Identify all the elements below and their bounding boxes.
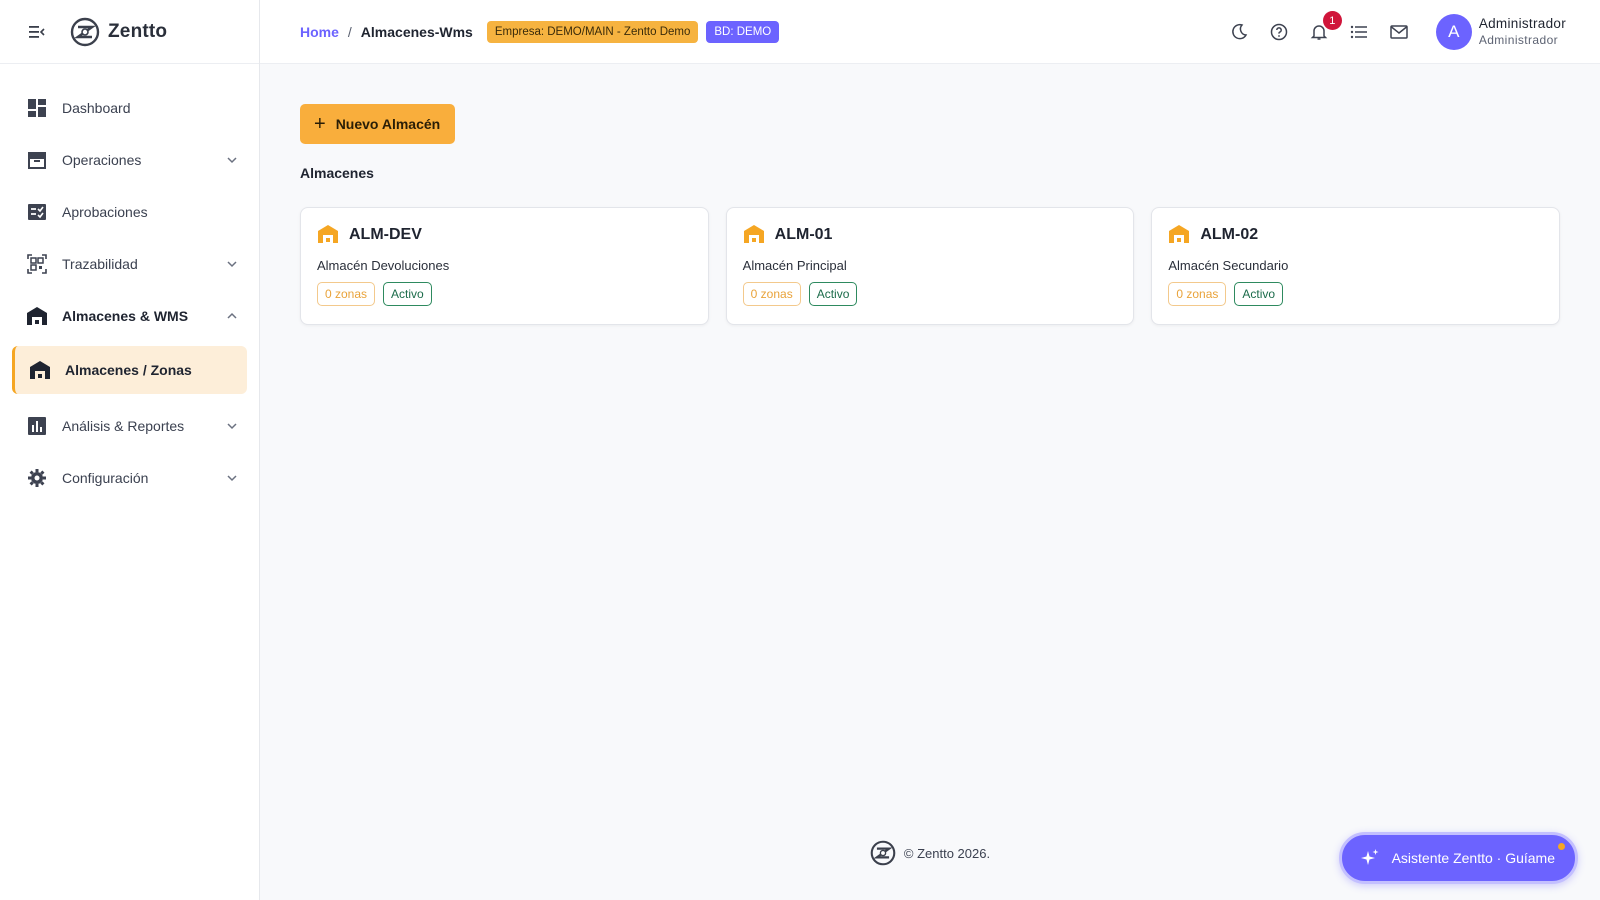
sidebar-item-label: Almacenes / Zonas <box>65 362 192 378</box>
sidebar-item-label: Aprobaciones <box>62 204 148 220</box>
sidebar-item-label: Almacenes & WMS <box>62 308 189 324</box>
user-name: Administrador <box>1478 16 1566 31</box>
warehouse-icon <box>1168 224 1190 246</box>
sidebar: Zentto Dashboard Operaciones Aprobacione… <box>0 0 260 900</box>
status-badge: Activo <box>383 282 432 306</box>
warehouse-icon <box>317 224 339 246</box>
breadcrumb-current: Almacenes-Wms <box>360 23 473 40</box>
empresa-chip[interactable]: Empresa: DEMO/MAIN - Zentto Demo <box>486 20 699 43</box>
warehouse-card[interactable]: ALM-01 Almacén Principal 0 zonas Activo <box>725 207 1135 325</box>
zentto-logo-icon <box>70 17 100 47</box>
help-icon[interactable] <box>1268 21 1290 43</box>
card-tags: 0 zonas Activo <box>1168 282 1543 306</box>
zones-count-tag: 0 zonas <box>742 282 801 306</box>
warehouse-cards: ALM-DEV Almacén Devoluciones 0 zonas Act… <box>300 207 1561 325</box>
status-badge: Activo <box>1234 282 1284 306</box>
bar-chart-icon <box>26 415 48 437</box>
dashboard-icon <box>26 97 48 119</box>
sidebar-item-configuracion[interactable]: Configuración <box>0 452 259 504</box>
footer-copyright: © Zentto 2026. <box>903 845 991 861</box>
warehouse-icon <box>29 359 51 381</box>
sidebar-item-label: Configuración <box>62 470 149 486</box>
assistant-label: Asistente Zentto · Guíame <box>1391 850 1555 866</box>
header-actions: 1 A Administrador Administrador <box>1210 0 1600 64</box>
section-title: Almacenes <box>300 165 374 181</box>
sidebar-nav: Dashboard Operaciones Aprobaciones Traza… <box>0 64 259 504</box>
dark-mode-moon-icon[interactable] <box>1228 21 1250 43</box>
chevron-down-icon <box>225 153 239 167</box>
sparkles-icon <box>1360 848 1380 868</box>
warehouse-icon <box>743 224 765 246</box>
plus-icon: + <box>314 113 326 135</box>
user-role: Administrador <box>1478 33 1559 47</box>
assistant-indicator-dot <box>1558 843 1565 850</box>
warehouse-name: Almacén Principal <box>742 258 847 273</box>
warehouse-code: ALM-DEV <box>349 226 422 243</box>
notifications-bell-icon[interactable]: 1 <box>1308 11 1342 43</box>
sidebar-item-almacenes-wms[interactable]: Almacenes & WMS <box>0 290 259 342</box>
warehouse-name: Almacén Devoluciones <box>317 258 450 273</box>
menu-collapse-icon[interactable] <box>28 23 46 41</box>
card-header: ALM-DEV <box>317 224 692 246</box>
zentto-logo-icon <box>870 840 896 866</box>
sidebar-item-analisis-reportes[interactable]: Análisis & Reportes <box>0 400 259 452</box>
database-chip[interactable]: BD: DEMO <box>706 20 780 43</box>
new-warehouse-label: Nuevo Almacén <box>335 116 441 132</box>
sidebar-item-trazabilidad[interactable]: Trazabilidad <box>0 238 259 290</box>
breadcrumb-separator: / <box>347 23 352 40</box>
sidebar-item-operaciones[interactable]: Operaciones <box>0 134 259 186</box>
card-tags: 0 zonas Activo <box>317 282 692 306</box>
list-icon[interactable] <box>1348 21 1370 43</box>
sidebar-item-almacenes-zonas[interactable]: Almacenes / Zonas <box>12 346 247 394</box>
sidebar-item-dashboard[interactable]: Dashboard <box>0 82 259 134</box>
checklist-icon <box>26 201 48 223</box>
chevron-down-icon <box>225 471 239 485</box>
sidebar-item-aprobaciones[interactable]: Aprobaciones <box>0 186 259 238</box>
gear-icon <box>26 467 48 489</box>
mail-icon[interactable] <box>1388 21 1410 43</box>
user-info[interactable]: Administrador Administrador <box>1479 15 1566 49</box>
new-warehouse-button[interactable]: + Nuevo Almacén <box>300 104 456 144</box>
archive-icon <box>26 149 48 171</box>
qr-scan-icon <box>26 253 48 275</box>
brand-bar: Zentto <box>0 0 259 64</box>
sidebar-item-label: Operaciones <box>62 152 142 168</box>
chevron-up-icon <box>225 309 239 323</box>
main-content: + Nuevo Almacén Almacenes ALM-DEV Almacé… <box>260 64 1600 900</box>
warehouse-icon <box>26 305 48 327</box>
warehouse-code: ALM-01 <box>774 226 833 243</box>
notifications-count-badge: 1 <box>1322 11 1342 30</box>
user-avatar[interactable]: A <box>1435 14 1472 50</box>
sidebar-item-label: Análisis & Reportes <box>62 418 185 434</box>
chevron-down-icon <box>225 419 239 433</box>
zones-count-tag: 0 zonas <box>317 282 376 306</box>
chevron-down-icon <box>225 257 239 271</box>
breadcrumb-home-link[interactable]: Home <box>300 24 339 40</box>
warehouse-code: ALM-02 <box>1200 226 1259 243</box>
card-header: ALM-02 <box>1168 224 1543 246</box>
warehouse-card[interactable]: ALM-02 Almacén Secundario 0 zonas Activo <box>1151 207 1561 325</box>
card-header: ALM-01 <box>743 224 1118 246</box>
warehouse-name: Almacén Secundario <box>1168 258 1289 273</box>
assistant-guide-button[interactable]: Asistente Zentto · Guíame <box>1338 832 1578 884</box>
sidebar-item-label: Dashboard <box>62 100 131 116</box>
top-header: Home / Almacenes-Wms Empresa: DEMO/MAIN … <box>260 0 1600 64</box>
sidebar-item-label: Trazabilidad <box>62 256 138 272</box>
warehouse-card[interactable]: ALM-DEV Almacén Devoluciones 0 zonas Act… <box>300 207 709 325</box>
zones-count-tag: 0 zonas <box>1168 282 1227 306</box>
status-badge: Activo <box>808 282 858 306</box>
card-tags: 0 zonas Activo <box>742 282 1118 306</box>
brand-name: Zentto <box>108 20 168 42</box>
